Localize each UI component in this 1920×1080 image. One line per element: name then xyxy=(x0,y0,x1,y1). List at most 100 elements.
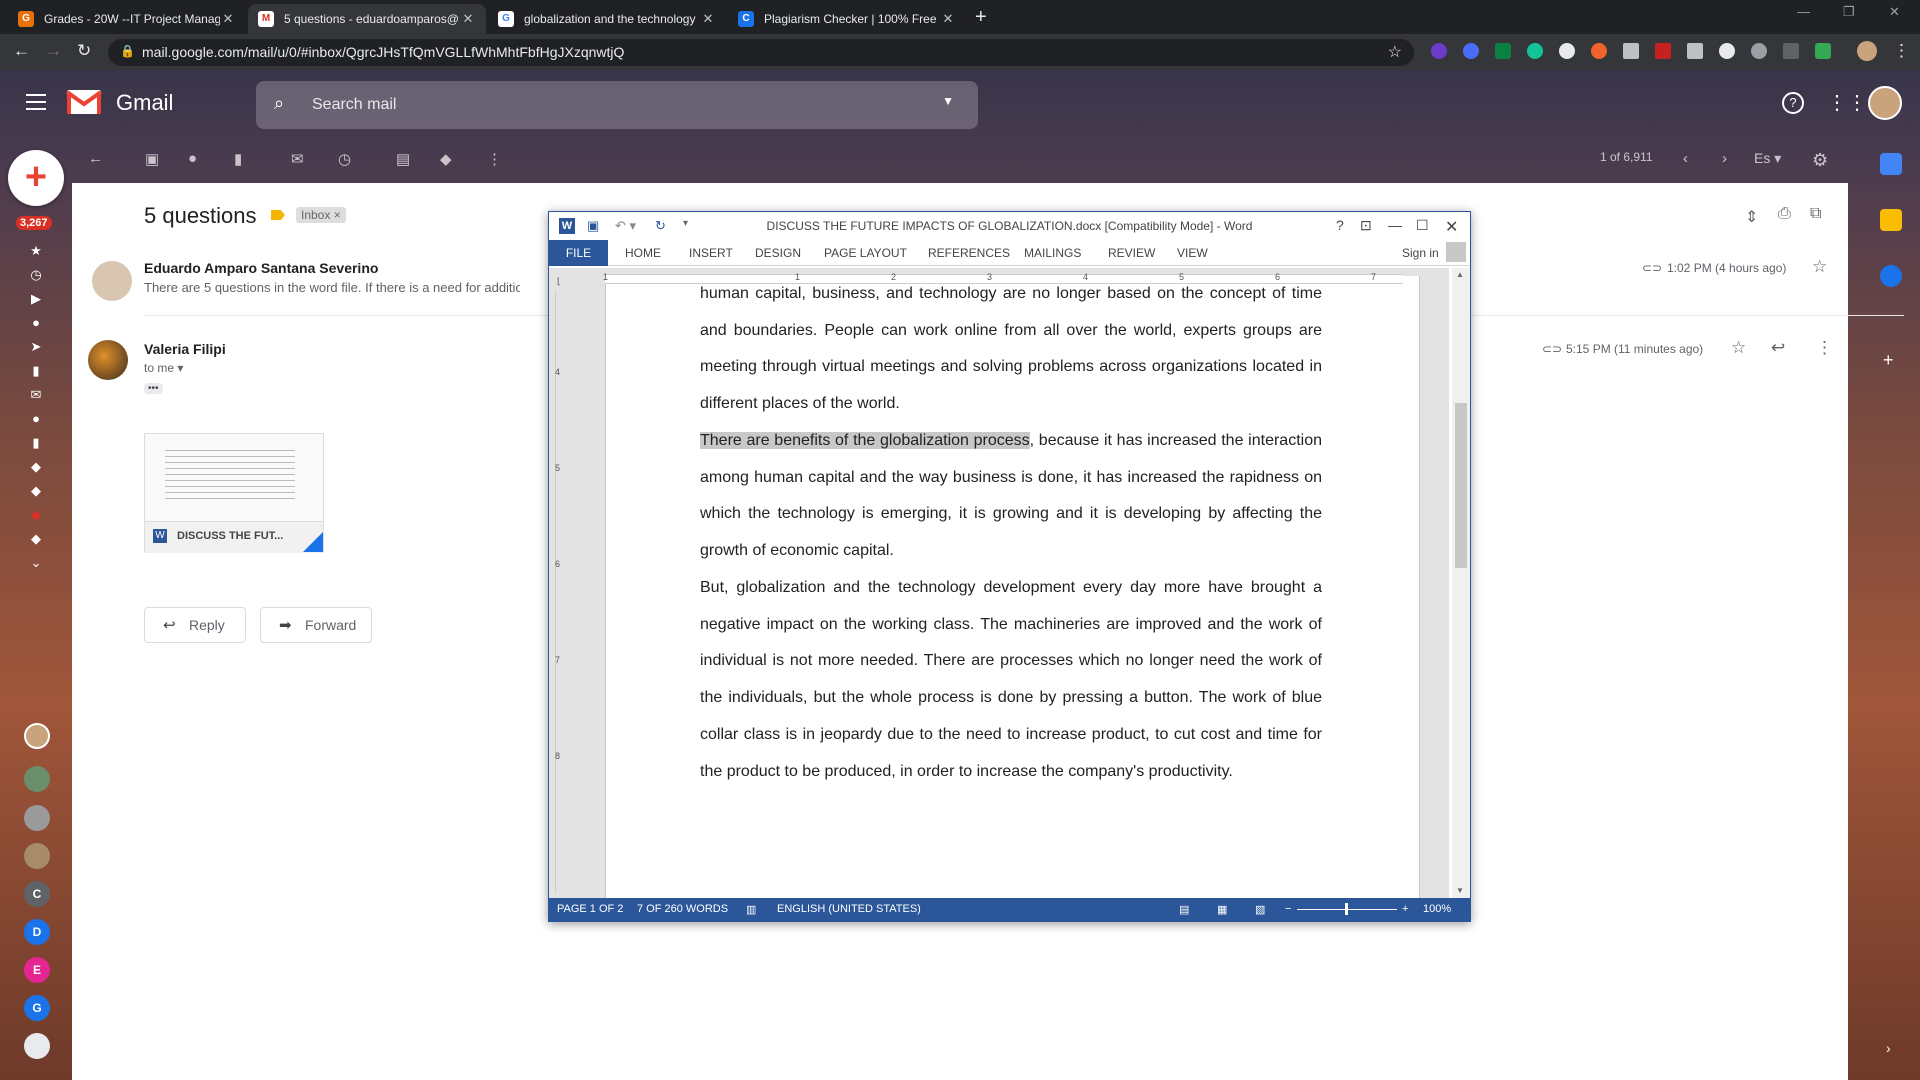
word-count[interactable]: 7 OF 260 WORDS xyxy=(637,903,728,915)
forward-button[interactable]: ➡ Forward xyxy=(260,607,372,643)
spam-icon[interactable]: ● xyxy=(28,411,44,426)
sender-name[interactable]: Eduardo Amparo Santana Severino xyxy=(144,260,378,276)
labels-icon[interactable]: ◆ xyxy=(440,150,452,168)
label-icon[interactable]: ◆ xyxy=(28,459,44,474)
contact-avatar[interactable]: C xyxy=(24,881,50,907)
snooze-icon[interactable]: ◷ xyxy=(338,150,351,168)
contact-avatar[interactable] xyxy=(24,843,50,869)
extension-icon[interactable] xyxy=(1463,43,1479,59)
message-snippet[interactable]: There are 5 questions in the word file. … xyxy=(144,280,520,295)
star-icon[interactable]: ☆ xyxy=(1812,257,1827,277)
keep-icon[interactable] xyxy=(1880,209,1902,231)
extension-icon[interactable] xyxy=(1559,43,1575,59)
important-icon[interactable]: ▶ xyxy=(28,291,44,306)
extension-icon[interactable] xyxy=(1783,43,1799,59)
help-icon[interactable]: ? xyxy=(1782,92,1804,114)
tab-selector-icon[interactable]: ⌊ xyxy=(557,276,561,287)
input-tools-button[interactable]: Es ▾ xyxy=(1754,150,1781,167)
inbox-label-chip[interactable]: Inbox × xyxy=(296,207,346,223)
archive-icon[interactable]: ▣ xyxy=(145,150,159,168)
recipient-details[interactable]: to me ▾ xyxy=(144,361,183,375)
extension-icon[interactable] xyxy=(1751,43,1767,59)
read-mode-icon[interactable]: ▤ xyxy=(1179,903,1189,916)
close-tab-icon[interactable]: ✕ xyxy=(460,11,476,27)
sign-in-link[interactable]: Sign in xyxy=(1402,246,1439,260)
label-icon[interactable]: ◆ xyxy=(28,531,44,546)
label-icon[interactable]: ◆ xyxy=(28,483,44,498)
extension-icon[interactable] xyxy=(1431,43,1447,59)
ribbon-tab-references[interactable]: REFERENCES xyxy=(928,246,1010,260)
report-spam-icon[interactable]: ● xyxy=(188,150,197,167)
chats-icon[interactable]: ● xyxy=(28,315,44,330)
delete-icon[interactable]: ▮ xyxy=(234,150,242,168)
extension-icon[interactable] xyxy=(1591,43,1607,59)
older-icon[interactable]: › xyxy=(1722,150,1727,167)
ribbon-tab-review[interactable]: REVIEW xyxy=(1108,246,1155,260)
contact-avatar[interactable]: E xyxy=(24,957,50,983)
contact-avatar[interactable] xyxy=(24,805,50,831)
scrollbar-thumb[interactable] xyxy=(1455,403,1467,568)
minimize-window-icon[interactable]: — xyxy=(1797,4,1810,19)
label-icon[interactable]: ◆ xyxy=(28,507,44,522)
close-tab-icon[interactable]: ✕ xyxy=(220,11,236,27)
vertical-scrollbar[interactable]: ▲ ▼ xyxy=(1452,268,1470,898)
reload-icon[interactable]: ↻ xyxy=(77,41,91,61)
ribbon-tab-design[interactable]: DESIGN xyxy=(755,246,801,260)
close-window-icon[interactable]: ✕ xyxy=(1889,4,1900,20)
open-new-window-icon[interactable]: ⧉ xyxy=(1810,205,1821,223)
print-icon[interactable]: ⎙ xyxy=(1778,205,1791,223)
sender-name[interactable]: Valeria Filipi xyxy=(144,341,226,357)
horizontal-ruler[interactable]: 1 1 2 3 4 5 6 7 xyxy=(603,272,1403,284)
settings-gear-icon[interactable]: ⚙ xyxy=(1812,150,1828,171)
word-window[interactable]: W ▣ ↶ ▾ ↻ ▾ DISCUSS THE FUTURE IMPACTS O… xyxy=(548,211,1471,922)
extension-icon[interactable] xyxy=(1655,43,1671,59)
main-menu-icon[interactable] xyxy=(26,94,46,115)
ribbon-display-options-icon[interactable]: ⊡ xyxy=(1360,217,1372,234)
proofing-icon[interactable]: ▥ xyxy=(746,903,756,916)
sent-icon[interactable]: ➤ xyxy=(28,339,44,354)
zoom-level[interactable]: 100% xyxy=(1423,903,1451,915)
zoom-in-icon[interactable]: + xyxy=(1402,903,1408,915)
newer-icon[interactable]: ‹ xyxy=(1683,150,1688,167)
tab-gmail[interactable]: M 5 questions - eduardoamparos@ ✕ xyxy=(248,4,486,34)
extension-icon[interactable] xyxy=(1623,43,1639,59)
extension-icon[interactable] xyxy=(1495,43,1511,59)
search-input[interactable]: ⌕ Search mail ▼ xyxy=(256,81,978,129)
contact-avatar[interactable]: G xyxy=(24,995,50,1021)
ribbon-tab-insert[interactable]: INSERT xyxy=(689,246,733,260)
zoom-slider-thumb[interactable] xyxy=(1345,903,1348,915)
bookmark-star-icon[interactable]: ☆ xyxy=(1388,42,1402,62)
account-avatar[interactable] xyxy=(1868,86,1902,120)
ribbon-tab-home[interactable]: HOME xyxy=(625,246,661,260)
expand-all-icon[interactable]: ⇕ xyxy=(1745,207,1758,227)
grammarly-icon[interactable] xyxy=(1527,43,1543,59)
hangouts-self-avatar[interactable] xyxy=(24,723,50,749)
more-icon[interactable]: ⋮ xyxy=(1816,338,1833,358)
print-layout-icon[interactable]: ▦ xyxy=(1217,903,1227,916)
tab-plagiarism[interactable]: C Plagiarism Checker | 100% Free a ✕ xyxy=(728,4,966,34)
compose-button[interactable]: + xyxy=(8,150,64,206)
profile-avatar-icon[interactable] xyxy=(1857,41,1877,61)
vertical-ruler[interactable]: 4 5 6 7 8 xyxy=(555,292,565,892)
drafts-icon[interactable]: ▮ xyxy=(28,363,44,378)
back-to-inbox-icon[interactable]: ← xyxy=(88,150,103,167)
zoom-out-icon[interactable]: − xyxy=(1285,903,1291,915)
show-trimmed-button[interactable]: ••• xyxy=(144,383,163,394)
all-mail-icon[interactable]: ✉ xyxy=(28,387,44,402)
chrome-menu-icon[interactable]: ⋮ xyxy=(1893,41,1910,61)
get-addons-icon[interactable]: + xyxy=(1883,350,1894,371)
apps-grid-icon[interactable]: ⋮⋮ xyxy=(1827,90,1867,115)
star-icon[interactable]: ☆ xyxy=(1731,338,1746,358)
snoozed-icon[interactable]: ◷ xyxy=(28,267,44,282)
extension-icon[interactable] xyxy=(1719,43,1735,59)
reply-icon[interactable]: ↩ xyxy=(1771,338,1785,358)
ribbon-tab-file[interactable]: FILE xyxy=(549,240,608,266)
scroll-up-icon[interactable]: ▲ xyxy=(1456,270,1464,279)
contact-avatar[interactable]: D xyxy=(24,919,50,945)
show-side-panel-icon[interactable]: › xyxy=(1886,1040,1891,1056)
document-page[interactable]: human capital, business, and technology … xyxy=(605,276,1420,916)
reply-button[interactable]: ↩ Reply xyxy=(144,607,246,643)
back-icon[interactable]: ← xyxy=(13,41,30,61)
user-account-icon[interactable] xyxy=(1446,242,1466,262)
language-indicator[interactable]: ENGLISH (UNITED STATES) xyxy=(777,903,921,915)
